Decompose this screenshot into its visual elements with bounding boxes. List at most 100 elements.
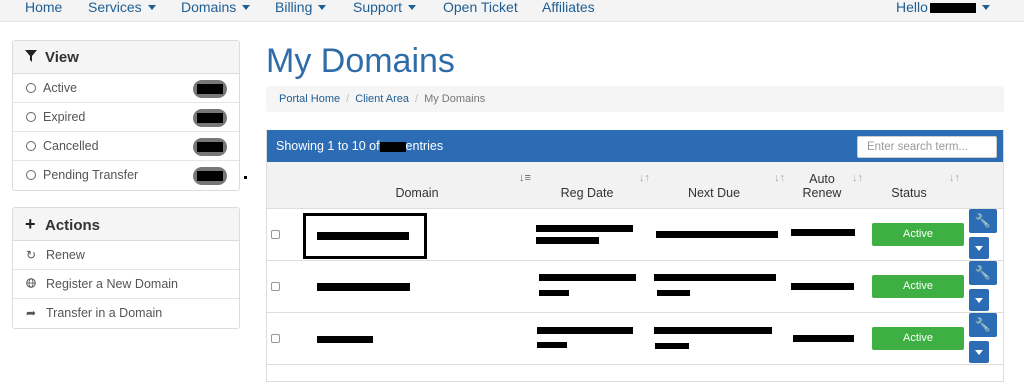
breadcrumb-separator: /: [346, 93, 350, 105]
nav-domains-label: Domains: [181, 0, 237, 15]
redacted-next-due: [657, 290, 690, 296]
plus-icon: +: [25, 214, 36, 234]
domains-table: Showing 1 to 10 of entries Enter search t…: [266, 130, 1004, 382]
redacted-reg-date: [539, 274, 636, 281]
wrench-icon[interactable]: 🔧: [969, 313, 997, 337]
wrench-icon[interactable]: 🔧: [969, 209, 997, 233]
redacted-reg-date: [537, 342, 567, 348]
nav-billing[interactable]: Billing: [275, 0, 327, 15]
redacted-next-due: [655, 343, 689, 349]
redacted-domain: [317, 336, 373, 343]
redacted-auto-renew: [791, 229, 855, 236]
row-checkbox[interactable]: [271, 230, 280, 239]
status-badge: Active: [872, 223, 964, 246]
filter-pending-transfer-label: Pending Transfer: [43, 168, 139, 182]
sort-icon[interactable]: ↓↑: [639, 172, 650, 184]
column-domain[interactable]: Domain: [387, 186, 447, 200]
chevron-down-icon: [975, 246, 983, 251]
showing-prefix: Showing 1 to 10 of: [276, 139, 380, 153]
redacted-count: [197, 113, 223, 123]
redacted-count: [197, 171, 223, 181]
column-auto-renew-line2[interactable]: Renew: [792, 186, 852, 200]
column-auto-renew-line1[interactable]: Auto: [792, 172, 852, 186]
breadcrumb: Portal Home / Client Area / My Domains: [266, 86, 1004, 112]
filter-expired-label: Expired: [43, 110, 86, 124]
column-status[interactable]: Status: [879, 186, 939, 200]
filter-pending-transfer[interactable]: Pending Transfer: [13, 161, 239, 190]
breadcrumb-client-area[interactable]: Client Area: [355, 93, 409, 105]
sort-icon[interactable]: ↓↑: [852, 172, 863, 184]
chevron-down-icon: [147, 5, 156, 10]
filter-expired[interactable]: Expired: [13, 103, 239, 132]
dropdown-button[interactable]: [969, 341, 989, 363]
table-toolbar: Showing 1 to 10 of entries Enter search t…: [267, 130, 1003, 162]
sort-icon[interactable]: ↓↑: [949, 172, 960, 184]
redacted-count: [197, 84, 223, 94]
action-register-domain[interactable]: Register a New Domain: [13, 270, 239, 299]
nav-support[interactable]: Support: [353, 0, 417, 15]
view-panel-title: View: [45, 49, 79, 66]
table-row[interactable]: Active 🔧: [267, 313, 1003, 365]
redacted-next-due: [654, 274, 776, 281]
count-badge: [193, 138, 227, 156]
column-reg-date[interactable]: Reg Date: [557, 186, 617, 200]
radio-icon: [26, 141, 36, 151]
status-badge: Active: [872, 275, 964, 298]
filter-active-label: Active: [43, 81, 78, 95]
status-badge: Active: [872, 327, 964, 350]
view-panel-header: View: [13, 41, 239, 74]
redacted-auto-renew: [793, 335, 854, 342]
redacted-reg-date: [536, 237, 599, 244]
column-next-due[interactable]: Next Due: [684, 186, 744, 200]
chevron-down-icon: [975, 350, 983, 355]
refresh-icon: ↻: [26, 248, 37, 262]
breadcrumb-separator: /: [415, 93, 419, 105]
redacted-auto-renew: [791, 283, 854, 290]
nav-home[interactable]: Home: [25, 0, 62, 14]
chevron-down-icon: [975, 298, 983, 303]
nav-domains[interactable]: Domains: [181, 0, 251, 15]
redacted-count: [197, 142, 223, 152]
row-checkbox[interactable]: [271, 334, 280, 343]
action-renew[interactable]: ↻ Renew: [13, 241, 239, 270]
showing-suffix: entries: [405, 139, 444, 153]
action-transfer-domain[interactable]: ➦ Transfer in a Domain: [13, 299, 239, 328]
redacted-domain: [317, 283, 410, 291]
filter-cancelled[interactable]: Cancelled: [13, 132, 239, 161]
share-arrow-icon: ➦: [26, 306, 37, 320]
wrench-icon[interactable]: 🔧: [969, 261, 997, 285]
globe-icon: [26, 270, 38, 299]
view-panel: View Active Expired Cancelled Pending Tr…: [12, 40, 240, 191]
action-register-domain-label: Register a New Domain: [46, 277, 178, 291]
chevron-down-icon: [981, 5, 990, 10]
nav-affiliates[interactable]: Affiliates: [542, 0, 595, 14]
breadcrumb-portal-home[interactable]: Portal Home: [279, 93, 340, 105]
table-row[interactable]: Active 🔧: [267, 261, 1003, 313]
redacted-total: [379, 141, 406, 152]
count-badge: [193, 80, 227, 98]
breadcrumb-current: My Domains: [424, 93, 486, 105]
nav-open-ticket[interactable]: Open Ticket: [443, 0, 518, 14]
count-badge: [193, 167, 227, 185]
search-input[interactable]: Enter search term...: [857, 136, 997, 158]
dropdown-button[interactable]: [969, 237, 989, 259]
sort-asc-icon[interactable]: ↓≡: [519, 172, 531, 184]
chevron-down-icon: [242, 5, 251, 10]
nav-services-label: Services: [88, 0, 142, 15]
row-checkbox[interactable]: [271, 282, 280, 291]
actions-panel: + Actions ↻ Renew Register a New Domain ➦ T…: [12, 207, 240, 329]
table-header: Domain ↓≡ Reg Date ↓↑ Next Due ↓↑ Auto R…: [267, 162, 1003, 209]
radio-icon: [26, 112, 36, 122]
redacted-next-due: [656, 231, 778, 238]
sort-icon[interactable]: ↓↑: [774, 172, 785, 184]
nav-user-menu[interactable]: Hello: [896, 0, 990, 14]
table-row[interactable]: Active 🔧: [267, 209, 1003, 261]
actions-panel-title: Actions: [45, 217, 101, 234]
nav-billing-label: Billing: [275, 0, 313, 15]
filter-icon: [25, 41, 39, 74]
nav-services[interactable]: Services: [88, 0, 156, 14]
nav-support-label: Support: [353, 0, 403, 15]
filter-active[interactable]: Active: [13, 74, 239, 103]
dropdown-button[interactable]: [969, 289, 989, 311]
action-transfer-domain-label: Transfer in a Domain: [46, 306, 163, 320]
